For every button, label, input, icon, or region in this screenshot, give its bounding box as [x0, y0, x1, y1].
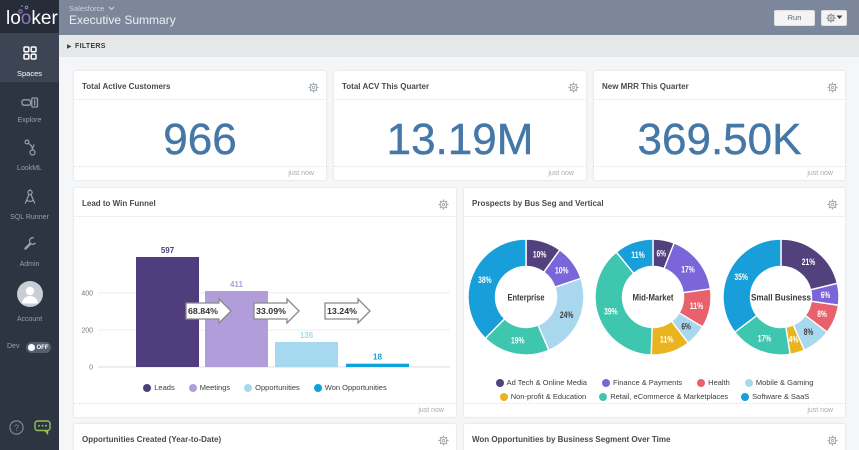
svg-text:35%: 35% [734, 272, 748, 282]
svg-text:Small Business: Small Business [751, 293, 811, 304]
svg-text:11%: 11% [631, 250, 645, 260]
svg-text:68.84%: 68.84% [188, 306, 218, 316]
svg-text:18: 18 [373, 353, 382, 362]
svg-text:6%: 6% [657, 248, 667, 258]
svg-text:136: 136 [300, 331, 314, 340]
svg-text:17%: 17% [681, 264, 695, 274]
svg-text:0: 0 [89, 365, 93, 372]
svg-text:6%: 6% [681, 322, 691, 332]
svg-text:8%: 8% [804, 327, 814, 337]
svg-text:33.09%: 33.09% [256, 306, 286, 316]
svg-text:Mid-Market: Mid-Market [633, 293, 675, 304]
svg-text:400: 400 [81, 291, 93, 298]
svg-text:11%: 11% [660, 334, 674, 344]
svg-text:200: 200 [81, 328, 93, 335]
svg-text:6%: 6% [821, 290, 831, 300]
svg-text:39%: 39% [604, 306, 618, 316]
svg-text:597: 597 [161, 246, 175, 255]
svg-text:17%: 17% [758, 333, 772, 343]
svg-text:Enterprise: Enterprise [508, 293, 545, 304]
svg-text:8%: 8% [817, 309, 827, 319]
svg-text:19%: 19% [511, 336, 525, 346]
svg-text:24%: 24% [560, 310, 574, 320]
svg-text:411: 411 [230, 280, 243, 289]
svg-text:4%: 4% [789, 335, 799, 345]
svg-text:10%: 10% [533, 250, 547, 260]
svg-text:?: ? [14, 423, 19, 433]
svg-text:11%: 11% [690, 301, 704, 311]
svg-text:13.24%: 13.24% [327, 306, 357, 316]
svg-text:21%: 21% [802, 257, 816, 267]
svg-text:38%: 38% [478, 275, 492, 285]
svg-text:10%: 10% [555, 266, 569, 276]
